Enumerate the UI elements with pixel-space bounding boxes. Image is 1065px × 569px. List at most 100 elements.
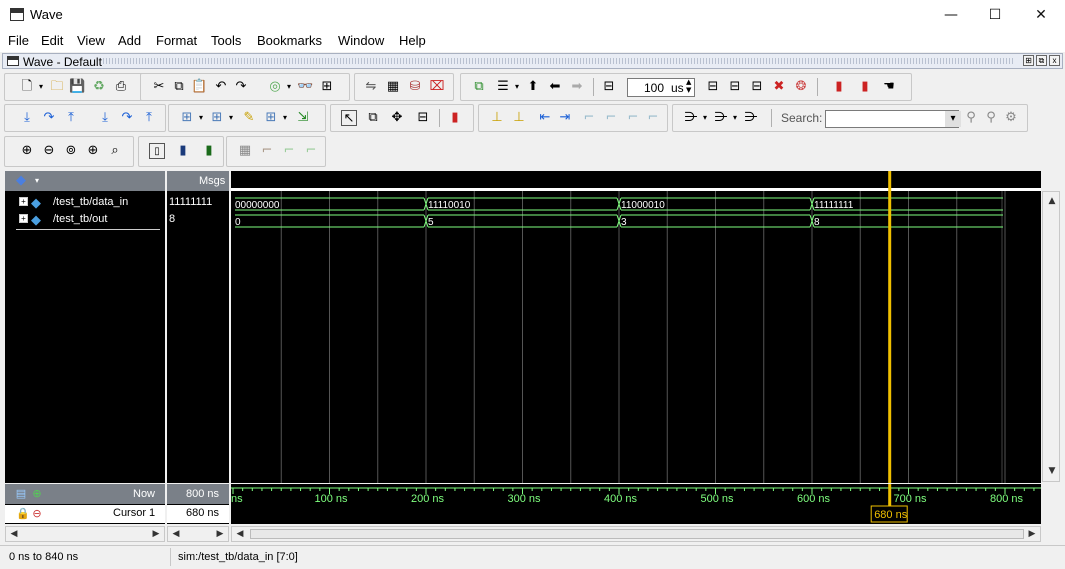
print-icon[interactable]: ⎙ xyxy=(113,79,129,95)
reload-icon[interactable]: ♻ xyxy=(91,79,107,95)
menu-edit[interactable]: Edit xyxy=(41,33,63,48)
restart-icon[interactable]: ⧉ xyxy=(471,79,487,95)
menu-format[interactable]: Format xyxy=(156,33,197,48)
dropdown-arrow-icon[interactable]: ▾ xyxy=(223,110,239,126)
spinner-icon[interactable]: ▲ ▼ xyxy=(686,78,691,94)
run-length-icon[interactable]: ⊟ xyxy=(601,79,617,95)
menu-help[interactable]: Help xyxy=(399,33,426,48)
next-edge-icon[interactable]: ⌐ xyxy=(603,110,619,126)
scroll-left-icon[interactable]: ◀ xyxy=(169,527,183,541)
zoom-cursor-icon[interactable]: ⊕ xyxy=(85,143,101,159)
waveform-pane[interactable]: 00000000 11110010 11000010 11111111 0 5 3 8 xyxy=(231,171,1041,483)
edge-signal-icon[interactable]: ⌐ xyxy=(259,143,275,159)
undo-icon[interactable]: ↶ xyxy=(213,79,229,95)
bookmark-icon[interactable]: ⛁ xyxy=(407,79,423,95)
scroll-right-icon[interactable]: ▶ xyxy=(149,527,163,541)
left-arrow-icon[interactable]: ⬅ xyxy=(547,79,563,95)
zoom-full-icon[interactable]: ⊚ xyxy=(63,143,79,159)
scroll-thumb[interactable] xyxy=(250,529,1024,539)
wave-hscrollbar[interactable]: ◀ ▶ xyxy=(231,526,1041,542)
run-all-icon[interactable]: ⊟ xyxy=(749,79,765,95)
remove-cursor-icon[interactable]: ⊖ xyxy=(29,506,45,522)
paste-icon[interactable]: 📋 xyxy=(191,79,207,95)
step-into-current-icon[interactable]: ⤓ xyxy=(97,110,113,126)
dropdown-arrow-icon[interactable]: ▾ xyxy=(697,110,713,126)
edge-grid-icon[interactable]: ▦ xyxy=(237,143,253,159)
scroll-down-icon[interactable]: ▼ xyxy=(1045,464,1059,478)
scroll-right-icon[interactable]: ▶ xyxy=(1025,527,1039,541)
step-over-current-icon[interactable]: ↷ xyxy=(119,110,135,126)
edit-wave-icon[interactable]: ✎ xyxy=(241,110,257,126)
zoom-in-icon[interactable]: ⊕ xyxy=(19,143,35,159)
step-into-icon[interactable]: ⤓ xyxy=(19,110,35,126)
compare-icon[interactable]: ⇋ xyxy=(363,79,379,95)
wave-window-header[interactable]: Wave - Default ⊞ ⧉ x xyxy=(2,53,1063,69)
menu-window[interactable]: Window xyxy=(338,33,384,48)
dropdown-arrow-icon[interactable]: ▾ xyxy=(281,79,297,95)
menu-add[interactable]: Add xyxy=(118,33,141,48)
step-over-icon[interactable]: ↷ xyxy=(41,110,57,126)
next-transition-icon[interactable]: ⇥ xyxy=(557,110,573,126)
step-out-current-icon[interactable]: ⤒ xyxy=(141,110,157,126)
continue-icon[interactable]: ⊟ xyxy=(727,79,743,95)
step-out-icon[interactable]: ⤒ xyxy=(63,110,79,126)
menu-tools[interactable]: Tools xyxy=(211,33,241,48)
menu-file[interactable]: File xyxy=(8,33,29,48)
search-prev-icon[interactable]: ⚲ xyxy=(963,110,979,126)
scroll-right-icon[interactable]: ▶ xyxy=(213,527,227,541)
add-cursor-icon[interactable]: ⊥ xyxy=(489,110,505,126)
dropdown-arrow-icon[interactable]: ▾ xyxy=(727,110,743,126)
prev-edge-icon[interactable]: ⌐ xyxy=(581,110,597,126)
edit-mode-icon[interactable]: ⊟ xyxy=(415,110,431,126)
logic-icon[interactable]: ▮ xyxy=(175,143,191,159)
pan-mode-icon[interactable]: ✥ xyxy=(389,110,405,126)
dropdown-arrow-icon[interactable]: ▾ xyxy=(277,110,293,126)
event-icon[interactable]: ▮ xyxy=(201,143,217,159)
undock-icon[interactable]: ⧉ xyxy=(1036,55,1047,66)
time-ruler[interactable]: ns 100 ns 200 ns 300 ns 400 ns 500 ns 600 ns 70… xyxy=(231,484,1041,524)
open-folder-icon[interactable]: 🗀 xyxy=(49,79,65,95)
filter-icon[interactable]: ⋺ xyxy=(743,110,759,126)
value-hscrollbar[interactable]: ◀ ▶ xyxy=(167,526,229,542)
name-hscrollbar[interactable]: ◀ ▶ xyxy=(5,526,165,542)
vertical-scrollbar[interactable]: ▲ ▼ xyxy=(1042,191,1060,482)
zoom-out-icon[interactable]: ⊖ xyxy=(41,143,57,159)
break-icon[interactable]: ✖ xyxy=(771,79,787,95)
search-next-icon[interactable]: ⚲ xyxy=(983,110,999,126)
binoculars-icon[interactable]: 👓 xyxy=(297,79,313,95)
close-pane-icon[interactable]: x xyxy=(1049,55,1060,66)
edge-fall-icon[interactable]: ⌐ xyxy=(303,143,319,159)
time-display-icon[interactable]: ▤ xyxy=(13,486,29,502)
maximize-button[interactable]: ☐ xyxy=(972,0,1018,30)
performance-icon[interactable]: ▮ xyxy=(831,79,847,95)
traffic-light-icon[interactable]: ▮ xyxy=(447,110,463,126)
zoom-mode-icon[interactable]: ⧉ xyxy=(365,110,381,126)
close-button[interactable]: ✕ xyxy=(1018,0,1064,30)
cut-icon[interactable]: ✂ xyxy=(151,79,167,95)
falling-edge-icon[interactable]: ⌐ xyxy=(625,110,641,126)
literal-icon[interactable]: ▯ xyxy=(149,143,165,159)
signal-row-data-in[interactable]: + ◆ /test_tb/data_in xyxy=(5,195,165,211)
up-arrow-icon[interactable]: ⬆ xyxy=(525,79,541,95)
menu-bookmarks[interactable]: Bookmarks xyxy=(257,33,322,48)
signal-row-out[interactable]: + ◆ /test_tb/out xyxy=(5,212,165,228)
scroll-left-icon[interactable]: ◀ xyxy=(233,527,247,541)
scroll-up-icon[interactable]: ▲ xyxy=(1045,194,1059,208)
hand-icon[interactable]: ☚ xyxy=(881,79,897,95)
hierarchy-icon[interactable]: ⊞ xyxy=(319,79,335,95)
zoom-area-icon[interactable]: ⌕ xyxy=(107,143,123,159)
edge-rise-icon[interactable]: ⌐ xyxy=(281,143,297,159)
dropdown-arrow-icon[interactable]: ▾ xyxy=(509,79,525,95)
search-options-icon[interactable]: ⚙ xyxy=(1003,110,1019,126)
minimize-button[interactable]: — xyxy=(928,0,974,30)
redo-icon[interactable]: ↷ xyxy=(233,79,249,95)
expand-icon[interactable]: + xyxy=(19,197,28,206)
select-mode-icon[interactable]: ↖ xyxy=(341,110,357,126)
stop-icon[interactable]: ❂ xyxy=(793,79,809,95)
right-arrow-icon[interactable]: ➡ xyxy=(569,79,585,95)
drag-grip[interactable] xyxy=(103,58,1015,64)
rising-edge-icon[interactable]: ⌐ xyxy=(645,110,661,126)
save-icon[interactable]: 💾 xyxy=(69,79,85,95)
prev-transition-icon[interactable]: ⇤ xyxy=(537,110,553,126)
dropdown-arrow-icon[interactable]: ▾ xyxy=(29,173,45,189)
